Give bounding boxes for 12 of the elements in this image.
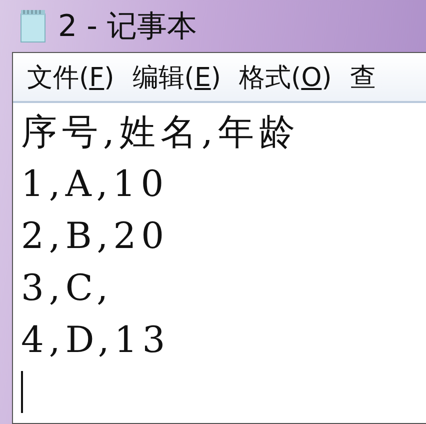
text-line: 4,D,13: [21, 319, 172, 363]
text-line: 2,B,20: [21, 215, 170, 259]
text-line: 1,A,10: [21, 163, 170, 207]
text-line: 3,C,: [21, 267, 114, 311]
text-line: 序号,姓名,年龄: [21, 111, 301, 155]
menu-item[interactable]: 格式(O): [239, 60, 332, 94]
menu-item[interactable]: 查: [350, 60, 376, 94]
menu-item[interactable]: 编辑(E): [132, 60, 222, 94]
notepad-icon: [18, 8, 48, 44]
text-editor[interactable]: 序号,姓名,年龄 1,A,10 2,B,20 3,C, 4,D,13: [13, 103, 426, 413]
menu-item[interactable]: 文件(F): [27, 60, 114, 94]
window-title: 2 - 记事本: [58, 8, 197, 46]
